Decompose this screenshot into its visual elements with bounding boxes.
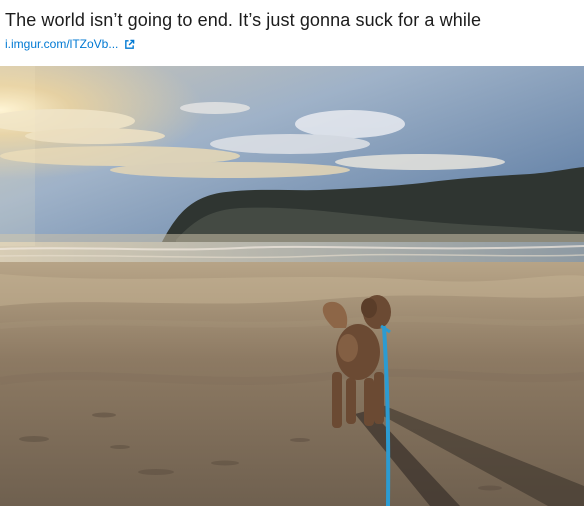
post-image[interactable]	[0, 66, 584, 506]
external-link-icon[interactable]	[124, 39, 135, 50]
post-card: The world isn’t going to end. It’s just …	[0, 0, 584, 506]
post-link[interactable]: i.imgur.com/lTZoVb...	[5, 36, 135, 52]
post-title[interactable]: The world isn’t going to end. It’s just …	[5, 9, 481, 31]
post-link-text[interactable]: i.imgur.com/lTZoVb...	[5, 37, 118, 51]
beach-dog-photo[interactable]	[0, 66, 584, 506]
